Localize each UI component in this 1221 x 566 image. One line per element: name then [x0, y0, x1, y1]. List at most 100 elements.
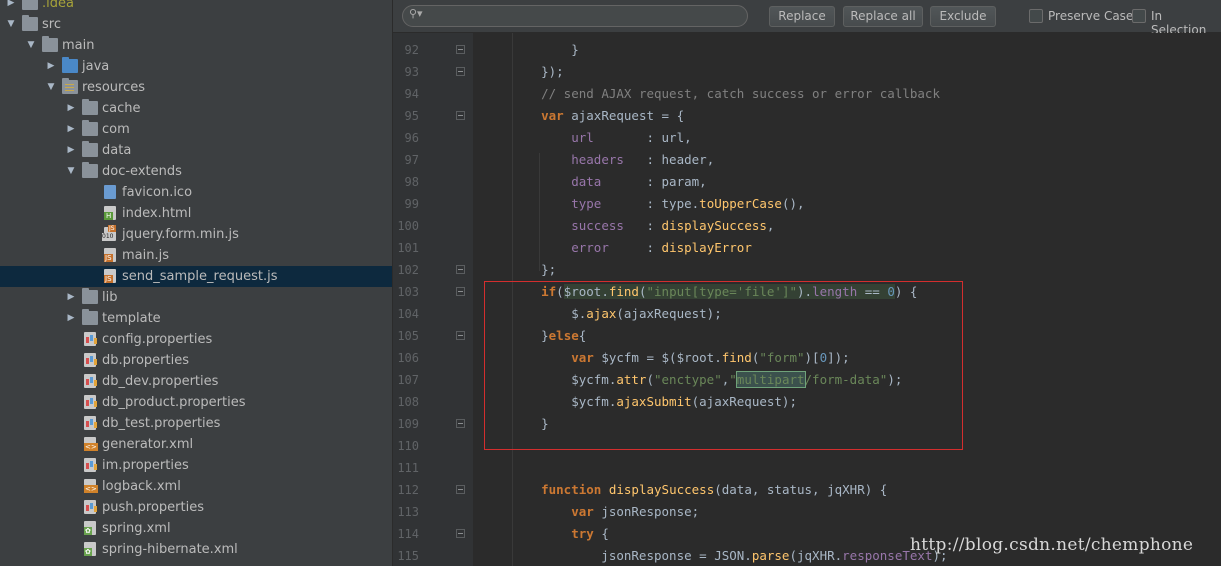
tree-item[interactable]: ▶ lib — [0, 287, 392, 308]
preserve-case-checkbox[interactable] — [1029, 9, 1043, 23]
tree-item-label: lib — [102, 290, 118, 305]
tree-item[interactable]: logback.xml — [0, 476, 392, 497]
code-line[interactable]: 110 — [393, 435, 1221, 457]
preserve-case-label[interactable]: Preserve Case — [1048, 9, 1133, 23]
tree-item[interactable]: ▶ java — [0, 56, 392, 77]
fold-marker-icon[interactable] — [456, 265, 465, 274]
tree-item[interactable]: ▶ data — [0, 140, 392, 161]
collapse-arrow-icon[interactable]: ▶ — [65, 98, 77, 119]
fold-marker-icon[interactable] — [456, 419, 465, 428]
tree-item[interactable]: ▼ main — [0, 35, 392, 56]
code-line[interactable]: 93 }); — [393, 61, 1221, 83]
tree-item[interactable]: ▼ doc-extends — [0, 161, 392, 182]
fold-marker-icon[interactable] — [456, 45, 465, 54]
search-input[interactable] — [433, 7, 733, 25]
tree-item[interactable]: im.properties — [0, 455, 392, 476]
collapse-arrow-icon[interactable]: ▶ — [65, 287, 77, 308]
code-line[interactable]: 105 }else{ — [393, 325, 1221, 347]
source-folder-icon — [62, 57, 78, 73]
code-line[interactable]: 103 if($root.find("input[type='file']").… — [393, 281, 1221, 303]
tree-item[interactable]: main.js — [0, 245, 392, 266]
code-line[interactable]: 98 data : param, — [393, 171, 1221, 193]
search-box[interactable]: ⚲▾ — [402, 5, 748, 27]
tree-item[interactable]: db_test.properties — [0, 413, 392, 434]
code-line[interactable]: 104 $.ajax(ajaxRequest); — [393, 303, 1221, 325]
code-editor[interactable]: 92 } 93 }); 94 // send AJAX request, catch… — [393, 33, 1221, 566]
code-line[interactable]: 99 type : type.toUpperCase(), — [393, 193, 1221, 215]
xml-file-icon — [84, 437, 98, 451]
replace-all-button[interactable]: Replace all — [843, 6, 923, 27]
expand-arrow-icon[interactable]: ▼ — [45, 77, 57, 98]
fold-marker-icon[interactable] — [456, 287, 465, 296]
tree-item[interactable]: spring-hibernate.xml — [0, 539, 392, 560]
code-line[interactable]: 97 headers : header, — [393, 149, 1221, 171]
collapse-arrow-icon[interactable]: ▶ — [65, 140, 77, 161]
code-line[interactable]: 106 var $ycfm = $($root.find("form")[0])… — [393, 347, 1221, 369]
tree-item[interactable]: send_sample_request.js — [0, 266, 392, 287]
collapse-arrow-icon[interactable]: ▶ — [45, 56, 57, 77]
tree-item[interactable]: push.properties — [0, 497, 392, 518]
code-line[interactable]: 111 — [393, 457, 1221, 479]
tree-item[interactable]: index.html — [0, 203, 392, 224]
tree-item[interactable]: ▶ template — [0, 308, 392, 329]
fold-marker-icon[interactable] — [456, 111, 465, 120]
code-line[interactable]: 100 success : displaySuccess, — [393, 215, 1221, 237]
tree-item[interactable]: db_product.properties — [0, 392, 392, 413]
resources-folder-icon — [62, 78, 78, 94]
js-file-icon — [104, 248, 116, 262]
tree-item[interactable]: generator.xml — [0, 434, 392, 455]
tree-item-label: com — [102, 122, 130, 137]
in-selection-checkbox[interactable] — [1132, 9, 1146, 23]
tree-item[interactable]: db_dev.properties — [0, 371, 392, 392]
fold-marker-icon[interactable] — [456, 529, 465, 538]
tree-item-label: jquery.form.min.js — [122, 227, 239, 242]
fold-marker-icon[interactable] — [456, 67, 465, 76]
code-line[interactable]: 92 } — [393, 39, 1221, 61]
code-text: }else{ — [511, 328, 587, 343]
folder-icon — [82, 99, 98, 115]
collapse-arrow-icon[interactable]: ▶ — [5, 0, 17, 14]
code-line[interactable]: 94 // send AJAX request, catch success o… — [393, 83, 1221, 105]
tree-item[interactable]: ▼ src — [0, 14, 392, 35]
expand-arrow-icon[interactable]: ▼ — [65, 161, 77, 182]
code-line[interactable]: 96 url : url, — [393, 127, 1221, 149]
line-number: 102 — [397, 263, 419, 277]
code-text: $ycfm.attr("enctype","multipart/form-dat… — [511, 371, 903, 388]
tree-item-label: db_test.properties — [102, 416, 221, 431]
spring-xml-file-icon — [84, 542, 96, 556]
code-line[interactable]: 109 } — [393, 413, 1221, 435]
tree-item[interactable]: ▶ cache — [0, 98, 392, 119]
fold-marker-icon[interactable] — [456, 485, 465, 494]
tree-item[interactable]: db.properties — [0, 350, 392, 371]
code-line[interactable]: 101 error : displayError — [393, 237, 1221, 259]
tree-item[interactable]: config.properties — [0, 329, 392, 350]
search-icon[interactable]: ⚲▾ — [409, 8, 423, 19]
collapse-arrow-icon[interactable]: ▶ — [65, 119, 77, 140]
code-text: jsonResponse = JSON.parse(jqXHR.response… — [511, 548, 948, 563]
tree-item-label: main — [62, 38, 95, 53]
collapse-arrow-icon[interactable]: ▶ — [65, 308, 77, 329]
tree-item[interactable]: ▶ com — [0, 119, 392, 140]
code-text: } — [511, 416, 549, 431]
code-line[interactable]: 108 $ycfm.ajaxSubmit(ajaxRequest); — [393, 391, 1221, 413]
tree-item-label: favicon.ico — [122, 185, 193, 200]
code-line[interactable]: 95 var ajaxRequest = { — [393, 105, 1221, 127]
code-line[interactable]: 113 var jsonResponse; — [393, 501, 1221, 523]
code-line[interactable]: 102 }; — [393, 259, 1221, 281]
tree-item[interactable]: favicon.ico — [0, 182, 392, 203]
tree-item[interactable]: ▶ .idea — [0, 0, 392, 14]
line-number: 101 — [397, 241, 419, 255]
exclude-button[interactable]: Exclude — [930, 6, 996, 27]
folder-icon — [42, 36, 58, 52]
tree-item[interactable]: jquery.form.min.js — [0, 224, 392, 245]
code-line[interactable]: 107 $ycfm.attr("enctype","multipart/form… — [393, 369, 1221, 391]
tree-item-label: db_dev.properties — [102, 374, 219, 389]
tree-item[interactable]: ▼ resources — [0, 77, 392, 98]
fold-marker-icon[interactable] — [456, 331, 465, 340]
expand-arrow-icon[interactable]: ▼ — [5, 14, 17, 35]
tree-item[interactable]: spring.xml — [0, 518, 392, 539]
code-line[interactable]: 112 function displaySuccess(data, status… — [393, 479, 1221, 501]
line-number: 114 — [397, 527, 419, 541]
expand-arrow-icon[interactable]: ▼ — [25, 35, 37, 56]
replace-button[interactable]: Replace — [769, 6, 835, 27]
